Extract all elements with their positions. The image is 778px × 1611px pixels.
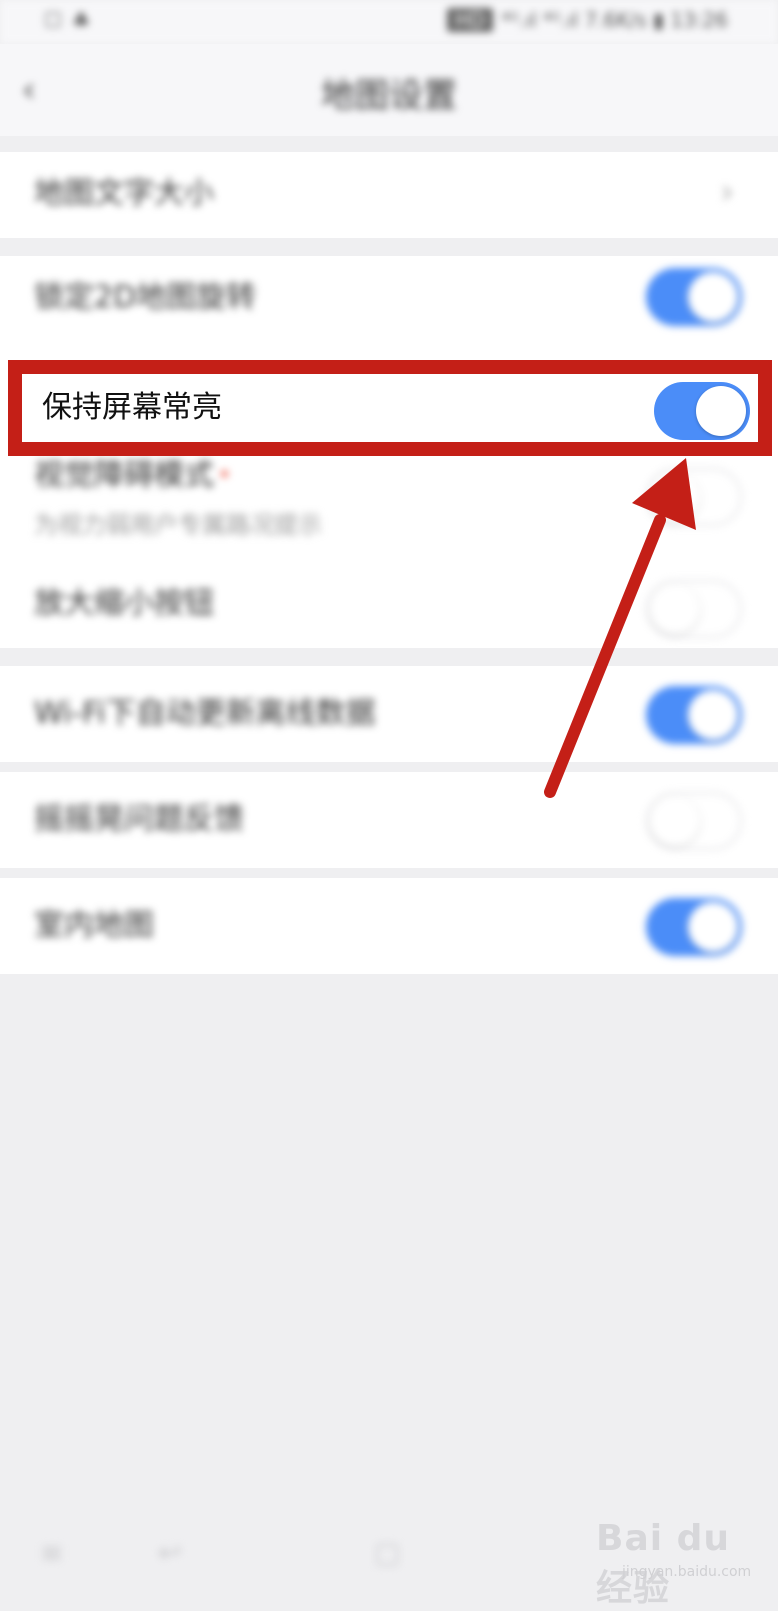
page-header: ‹ 地图设置 xyxy=(0,44,778,136)
toggle-switch[interactable] xyxy=(646,686,742,744)
status-right-text: ⁴ᴳ.ıl ⁴ᴳ.ıl 7.6K/s ▮ 13:26 xyxy=(501,8,728,32)
setting-label: 锁定2D地图旋转 xyxy=(34,280,257,315)
setting-row-map-text-size[interactable]: 地图文字大小 › xyxy=(0,152,778,238)
setting-row-indoor-map: 室内地图 xyxy=(0,878,778,974)
toggle-knob xyxy=(650,472,700,522)
setting-label: 室内地图 xyxy=(34,908,154,943)
toggle-knob xyxy=(688,272,738,322)
setting-label: 摇摇晃问题反馈 xyxy=(34,802,244,837)
setting-row-wifi-offline-update: Wi-Fi下自动更新离线数据 xyxy=(0,666,778,762)
toggle-switch[interactable] xyxy=(646,268,742,326)
setting-label: Wi-Fi下自动更新离线数据 xyxy=(34,696,376,731)
keep-screen-on-toggle[interactable] xyxy=(654,382,750,440)
chevron-right-icon: › xyxy=(720,172,734,212)
toggle-knob xyxy=(696,386,746,436)
toggle-switch[interactable] xyxy=(646,792,742,850)
setting-row-zoom-controls: 放大缩小按钮 xyxy=(0,556,778,648)
setting-label: 地图文字大小 xyxy=(34,176,214,211)
status-indicators: HD ⁴ᴳ.ıl ⁴ᴳ.ıl 7.6K/s ▮ 13:26 xyxy=(446,8,728,32)
hd-badge: HD xyxy=(446,8,494,32)
setting-row-accessibility-mode: 视觉障碍模式 • 为视力弱用户专属路况提示 xyxy=(0,456,778,552)
toggle-knob xyxy=(650,796,700,846)
back-icon[interactable]: ↩ xyxy=(158,1536,181,1569)
setting-label-keep-screen-on: 保持屏幕常亮 xyxy=(42,390,222,425)
toggle-switch[interactable] xyxy=(646,898,742,956)
toggle-knob xyxy=(688,690,738,740)
settings-group-indoor: 室内地图 xyxy=(0,878,778,974)
home-icon[interactable]: ▢ xyxy=(374,1536,400,1569)
setting-label: 视觉障碍模式 • xyxy=(34,458,231,494)
setting-label: 放大缩小按钮 xyxy=(34,586,214,621)
status-bar: ☐ ♣ HD ⁴ᴳ.ıl ⁴ᴳ.ıl 7.6K/s ▮ 13:26 xyxy=(0,0,778,44)
toggle-knob xyxy=(650,584,700,634)
menu-icon[interactable]: ≡ xyxy=(40,1536,63,1569)
new-badge: • xyxy=(218,463,231,488)
page-title: 地图设置 xyxy=(321,76,457,116)
highlight-box-keep-screen-on: 保持屏幕常亮 xyxy=(8,360,772,456)
setting-description: 为视力弱用户专属路况提示 xyxy=(34,511,322,539)
toggle-knob xyxy=(688,902,738,952)
settings-group-feedback: 摇摇晃问题反馈 xyxy=(0,772,778,868)
settings-group-offline: Wi-Fi下自动更新离线数据 xyxy=(0,666,778,762)
setting-row-lock-2d-rotation: 锁定2D地图旋转 xyxy=(0,256,778,360)
toggle-switch[interactable] xyxy=(646,468,742,526)
setting-label-text: 视觉障碍模式 xyxy=(34,458,214,493)
status-notification-icons: ☐ ♣ xyxy=(44,8,93,32)
toggle-switch[interactable] xyxy=(646,580,742,638)
watermark-url: jingyan.baidu.com xyxy=(622,1564,752,1580)
settings-group-text-size: 地图文字大小 › xyxy=(0,152,778,238)
setting-row-shake-feedback: 摇摇晃问题反馈 xyxy=(0,772,778,868)
